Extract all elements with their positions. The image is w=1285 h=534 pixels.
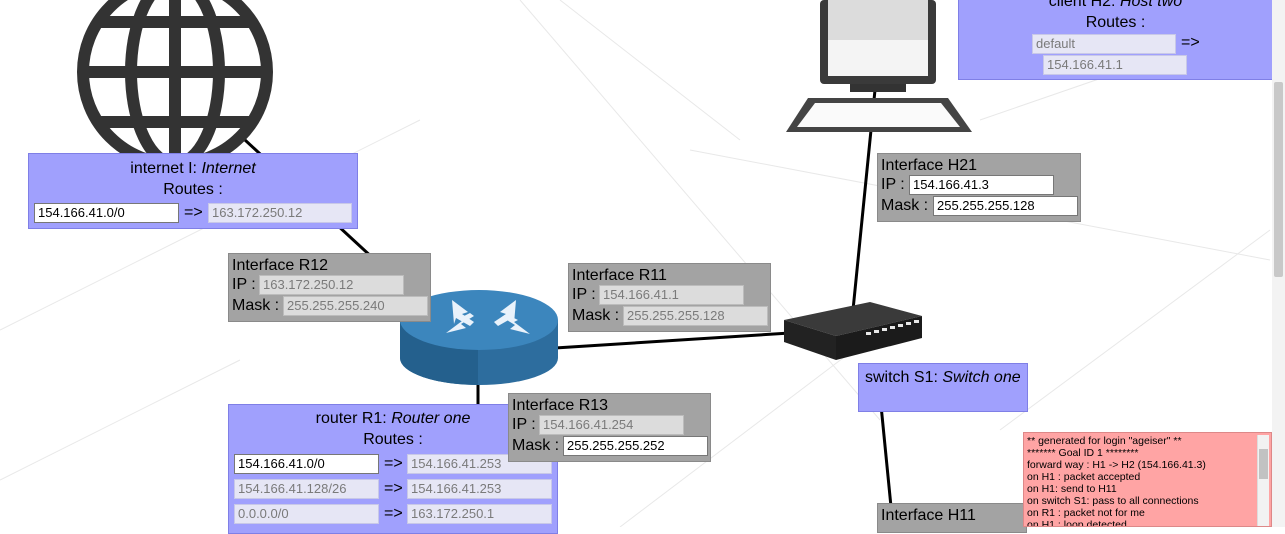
host-h2-route-dest-input[interactable]: default: [1032, 34, 1176, 54]
computer-icon[interactable]: [786, 0, 972, 132]
interface-r12-title: Interface R12: [232, 257, 329, 274]
log-line: forward way : H1 -> H2 (154.166.41.3): [1027, 459, 1206, 471]
interface-r13-mask-input[interactable]: 255.255.255.252: [563, 436, 708, 456]
interface-r11-ip-label: IP :: [572, 286, 596, 303]
interface-r11-mask-label: Mask :: [572, 307, 620, 324]
interface-h21-ip-input[interactable]: 154.166.41.3: [909, 175, 1054, 195]
host-h2-panel: client H2: Host two Routes : default => …: [958, 0, 1273, 80]
router-r1-route-3-dest-input[interactable]: 0.0.0.0/0: [234, 504, 379, 524]
interface-r12-mask-input[interactable]: 255.255.255.240: [283, 296, 428, 316]
host-h2-route-arrow: =>: [1181, 34, 1200, 51]
interface-h21-panel: Interface H21 IP : 154.166.41.3 Mask : 2…: [877, 153, 1081, 222]
page-scrollbar-thumb[interactable]: [1274, 82, 1283, 277]
router-r1-name: Router one: [391, 410, 471, 427]
router-r1-route-3-gateway-input[interactable]: 163.172.250.1: [407, 504, 552, 524]
log-line: on H1 : loop detected: [1027, 519, 1127, 527]
interface-r11-ip-input[interactable]: 154.166.41.1: [599, 285, 744, 305]
switch-s1-panel: switch S1: Switch one: [858, 363, 1028, 412]
interface-r11-mask-input[interactable]: 255.255.255.128: [623, 306, 768, 326]
host-h2-routes-label: Routes :: [1085, 14, 1146, 31]
interface-h21-ip-label: IP :: [881, 176, 905, 193]
switch-icon[interactable]: [784, 302, 922, 360]
interface-h11-title: Interface H11: [881, 507, 976, 524]
interface-r12-ip-label: IP :: [232, 276, 256, 293]
interface-r13-panel: Interface R13 IP : 154.166.41.254 Mask :…: [508, 393, 711, 462]
router-r1-route-1-arrow: =>: [384, 455, 403, 472]
log-scrollbar[interactable]: [1257, 435, 1269, 526]
internet-route-arrow: =>: [184, 204, 203, 221]
interface-h21-mask-input[interactable]: 255.255.255.128: [933, 196, 1078, 216]
log-line: on H1: send to H11: [1027, 483, 1117, 495]
router-r1-route-3-arrow: =>: [384, 505, 403, 522]
log-panel[interactable]: ** generated for login "ageiser" ** ****…: [1023, 432, 1272, 527]
interface-r11-title: Interface R11: [572, 267, 667, 284]
interface-r12-panel: Interface R12 IP : 163.172.250.12 Mask :…: [228, 253, 431, 322]
switch-s1-name: Switch one: [942, 369, 1021, 386]
switch-s1-title: switch S1: Switch one: [865, 369, 1021, 386]
link-router-switch: [554, 331, 791, 350]
log-line: on switch S1: pass to all connections: [1027, 495, 1199, 507]
interface-h21-title: Interface H21: [881, 157, 978, 174]
interface-r13-ip-input[interactable]: 154.166.41.254: [539, 415, 684, 435]
globe-icon[interactable]: [77, 0, 273, 170]
internet-route-dest-input[interactable]: 154.166.41.0/0: [34, 203, 179, 223]
interface-h21-mask-label: Mask :: [881, 197, 929, 214]
interface-r13-title: Interface R13: [512, 397, 609, 414]
host-h2-title: client H2: Host two: [959, 0, 1272, 12]
log-scrollbar-thumb[interactable]: [1259, 449, 1268, 479]
log-line: on R1 : packet not for me: [1027, 507, 1145, 519]
interface-h11-panel: Interface H11: [877, 503, 1027, 533]
internet-node-title: internet I: Internet: [130, 160, 256, 177]
internet-routes-label: Routes :: [163, 181, 223, 198]
internet-node-name: Internet: [201, 160, 256, 177]
interface-r11-panel: Interface R11 IP : 154.166.41.1 Mask : 2…: [568, 263, 771, 332]
router-r1-route-2-gateway-input[interactable]: 154.166.41.253: [407, 479, 552, 499]
router-r1-route-2-arrow: =>: [384, 480, 403, 497]
interface-r12-mask-label: Mask :: [232, 297, 280, 314]
log-line: ** generated for login "ageiser" **: [1027, 435, 1182, 447]
interface-r13-ip-label: IP :: [512, 416, 536, 433]
host-h2-name: Host two: [1119, 0, 1183, 10]
router-r1-route-2-dest-input[interactable]: 154.166.41.128/26: [234, 479, 379, 499]
internet-node-panel: internet I: Internet Routes : 154.166.41…: [28, 153, 358, 229]
log-line: ******* Goal ID 1 ********: [1027, 447, 1139, 459]
host-h2-route-gateway-input[interactable]: 154.166.41.1: [1043, 55, 1187, 75]
internet-route-gateway-input[interactable]: 163.172.250.12: [208, 203, 352, 223]
router-r1-route-1-dest-input[interactable]: 154.166.41.0/0: [234, 454, 379, 474]
interface-r13-mask-label: Mask :: [512, 437, 560, 454]
page-scrollbar[interactable]: [1272, 0, 1285, 527]
interface-r12-ip-input[interactable]: 163.172.250.12: [259, 275, 404, 295]
log-line: on H1 : packet accepted: [1027, 471, 1141, 483]
